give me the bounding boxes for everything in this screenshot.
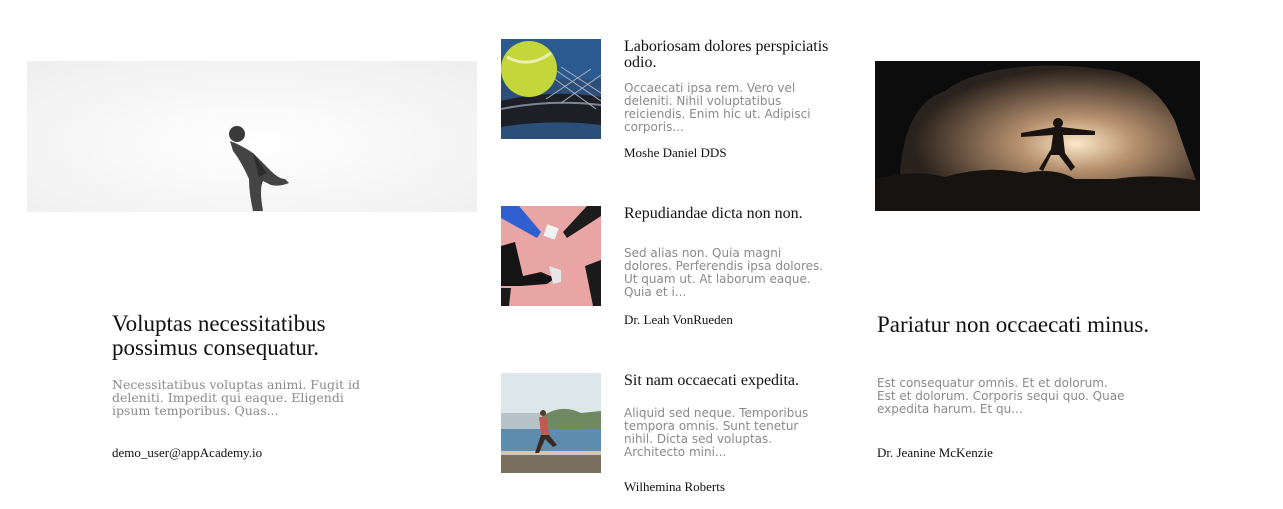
list-item-1-thumbnail[interactable] [501,39,601,139]
list-item-3-title[interactable]: Sit nam occaecati expedita. [624,373,834,389]
featured-left-title[interactable]: Voluptas necessitatibus possimus consequ… [112,312,412,360]
relay-baton-image [501,206,601,306]
list-item-2-excerpt: Sed alias non. Quia magni dolores. Perfe… [624,246,824,299]
list-item-3-thumbnail[interactable] [501,373,601,473]
featured-right-excerpt: Est consequatur omnis. Et et dolorum. Es… [877,376,1125,416]
list-item-1-author[interactable]: Moshe Daniel DDS [624,145,727,161]
featured-right-image[interactable] [875,61,1200,211]
list-item-1-title[interactable]: Laboriosam dolores perspiciatis odio. [624,39,834,71]
list-item-1-excerpt: Occaecati ipsa rem. Vero vel deleniti. N… [624,81,811,134]
list-item-2-title[interactable]: Repudiandae dicta non non. [624,206,834,222]
runner-by-sea-image [501,373,601,473]
featured-right-author[interactable]: Dr. Jeanine McKenzie [877,445,993,461]
featured-left-author[interactable]: demo_user@appAcademy.io [112,445,262,461]
list-item-3-author[interactable]: Wilhemina Roberts [624,479,725,495]
stretching-person-image [27,61,477,212]
yoga-cave-sunset-image [875,61,1200,211]
featured-left-image[interactable] [27,61,477,212]
list-item-2-thumbnail[interactable] [501,206,601,306]
list-item-3-excerpt: Aliquid sed neque. Temporibus tempora om… [624,406,809,459]
tennis-ball-image [501,39,601,139]
featured-left-excerpt: Necessitatibus voluptas animi. Fugit id … [112,377,361,418]
featured-right-title[interactable]: Pariatur non occaecati minus. [877,313,1157,337]
list-item-2-author[interactable]: Dr. Leah VonRueden [624,312,733,328]
